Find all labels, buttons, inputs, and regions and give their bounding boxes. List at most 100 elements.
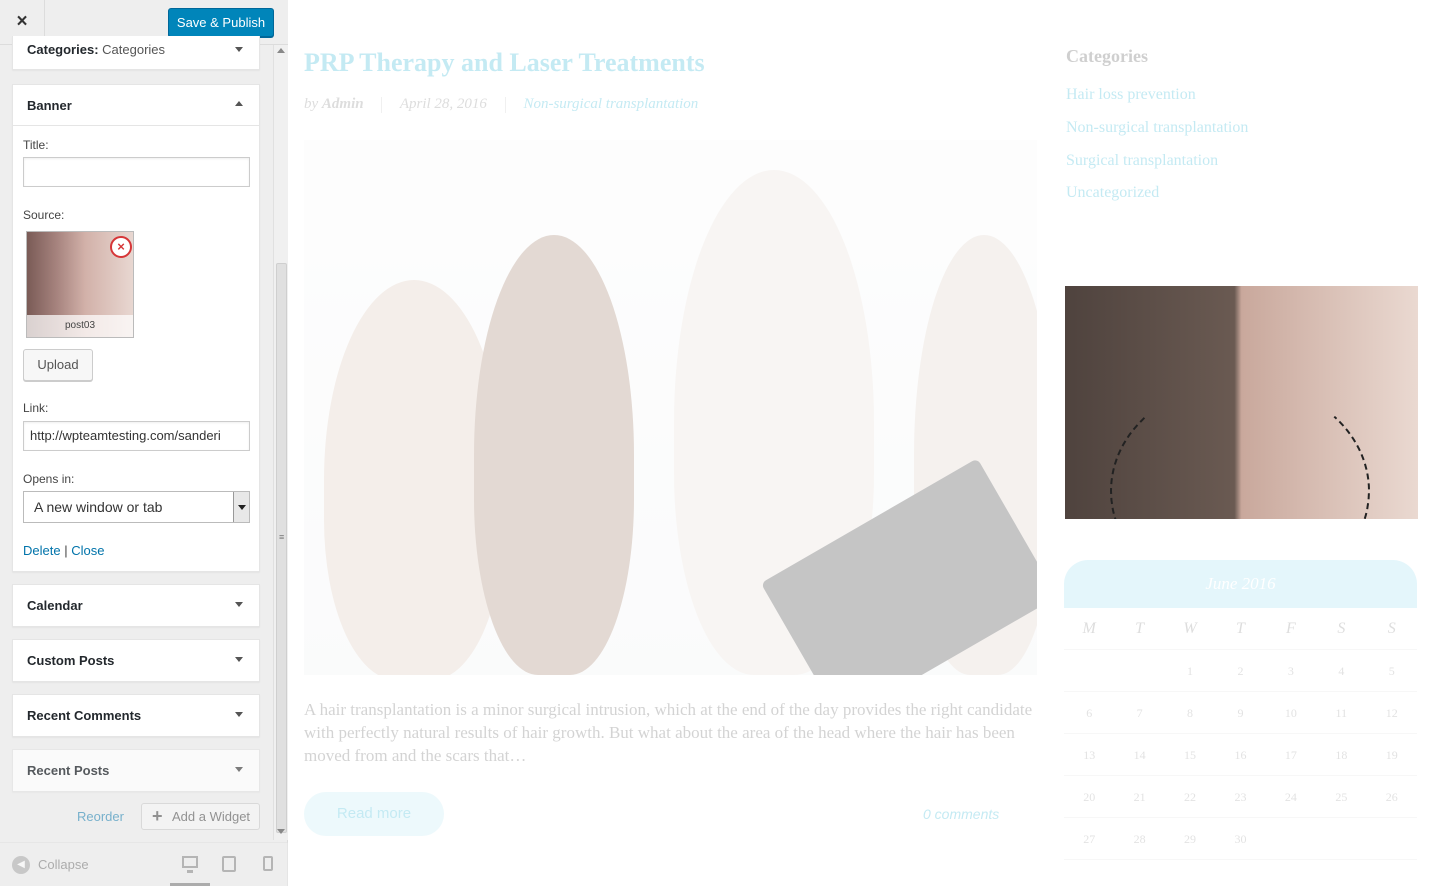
plus-icon: + <box>152 806 163 826</box>
day-cell: 4 <box>1338 664 1345 678</box>
widget-actions: Delete | Close <box>23 543 104 558</box>
chevron-down-icon[interactable] <box>235 602 243 607</box>
recent-posts-widget-header[interactable]: Recent Posts <box>13 750 259 791</box>
calendar-widget-panel[interactable]: Calendar <box>12 584 260 627</box>
day-cell <box>1114 650 1164 691</box>
link-input[interactable]: http://wpteamtesting.com/sanderi <box>23 421 250 451</box>
action-separator: | <box>64 543 68 558</box>
calendar-weekdays: M T W T F S S <box>1064 608 1417 650</box>
add-widget-button[interactable]: + Add a Widget <box>141 803 260 830</box>
collapse-icon[interactable]: ◀ <box>12 856 30 874</box>
day-cell: 18 <box>1335 748 1348 762</box>
dropdown-arrow-icon[interactable] <box>233 492 249 522</box>
day-cell: 13 <box>1083 748 1096 762</box>
day-cell <box>1266 818 1316 859</box>
calendar-caption: June 2016 <box>1064 560 1417 608</box>
categories-widget-panel[interactable]: Categories: Categories <box>12 36 260 70</box>
close-widget-link[interactable]: Close <box>71 543 104 558</box>
opens-in-label: Opens in: <box>23 472 75 486</box>
custom-posts-widget-panel[interactable]: Custom Posts <box>12 639 260 682</box>
recent-comments-widget-header[interactable]: Recent Comments <box>13 695 259 736</box>
banner-image-thumbnail[interactable]: post03 × <box>26 231 134 338</box>
banner-widget-title: Banner <box>27 98 72 113</box>
upload-button[interactable]: Upload <box>23 349 93 381</box>
day-cell: 25 <box>1335 790 1348 804</box>
reorder-link[interactable]: Reorder <box>77 809 124 824</box>
scrollbar-thumb[interactable]: ≡ <box>276 263 287 833</box>
custom-posts-widget-title: Custom Posts <box>27 653 115 668</box>
day-cell: 8 <box>1187 706 1194 720</box>
scroll-down-icon[interactable] <box>277 829 285 834</box>
weekday-cell: S <box>1387 620 1396 637</box>
day-cell: 20 <box>1083 790 1096 804</box>
chevron-down-icon[interactable] <box>235 47 243 52</box>
categories-widget-header[interactable]: Categories: Categories <box>13 36 259 70</box>
calendar-week: 13 14 15 16 17 18 19 <box>1064 734 1417 776</box>
recent-comments-widget-panel[interactable]: Recent Comments <box>12 694 260 737</box>
calendar-week: 27 28 29 30 <box>1064 818 1417 860</box>
weekday-cell: T <box>1135 620 1145 637</box>
source-label: Source: <box>23 208 65 222</box>
day-cell: 2 <box>1237 664 1244 678</box>
chevron-down-icon[interactable] <box>235 712 243 717</box>
day-cell: 12 <box>1385 706 1398 720</box>
day-cell: 16 <box>1234 748 1247 762</box>
customizer-footer: ◀ Collapse <box>0 842 288 886</box>
save-publish-button[interactable]: Save & Publish <box>168 8 274 37</box>
delete-widget-link[interactable]: Delete <box>23 543 61 558</box>
day-cell: 29 <box>1184 832 1197 846</box>
customizer-screen: × Save & Publish Categories: Categories … <box>0 0 1433 886</box>
weekday-cell: F <box>1286 620 1296 637</box>
day-cell: 21 <box>1133 790 1146 804</box>
tablet-preview-icon[interactable] <box>222 856 236 872</box>
day-cell: 23 <box>1234 790 1247 804</box>
day-cell: 24 <box>1284 790 1297 804</box>
widget-footer-actions: Reorder + Add a Widget <box>0 803 288 831</box>
weekday-cell: M <box>1082 620 1096 637</box>
day-cell: 10 <box>1284 706 1297 720</box>
remove-image-icon[interactable]: × <box>110 236 132 258</box>
calendar-widget-header[interactable]: Calendar <box>13 585 259 626</box>
recent-posts-widget-panel[interactable]: Recent Posts <box>12 749 260 792</box>
recent-posts-widget-title: Recent Posts <box>27 763 110 778</box>
add-widget-label: Add a Widget <box>172 809 251 824</box>
recent-comments-widget-title: Recent Comments <box>27 708 142 723</box>
mobile-preview-icon[interactable] <box>263 856 273 871</box>
opens-in-select[interactable]: A new window or tab <box>23 491 250 523</box>
calendar-week: 1 2 3 4 5 <box>1064 650 1417 692</box>
scroll-up-icon[interactable] <box>277 48 285 53</box>
chevron-up-icon[interactable] <box>235 101 243 106</box>
chevron-down-icon[interactable] <box>235 767 243 772</box>
categories-widget-label: Categories: <box>27 42 99 57</box>
banner-widget-header[interactable]: Banner <box>13 85 259 126</box>
day-cell: 15 <box>1184 748 1197 762</box>
day-cell <box>1316 818 1366 859</box>
day-cell: 9 <box>1237 706 1244 720</box>
customizer-sidebar: × Save & Publish Categories: Categories … <box>0 0 288 886</box>
calendar-grid: M T W T F S S 1 2 3 4 5 6 7 8 9 10 11 12… <box>1064 608 1417 860</box>
chevron-down-icon[interactable] <box>235 657 243 662</box>
collapse-label[interactable]: Collapse <box>38 857 89 872</box>
day-cell: 26 <box>1385 790 1398 804</box>
day-cell: 27 <box>1083 832 1096 846</box>
day-cell: 1 <box>1187 664 1194 678</box>
weekday-cell: W <box>1183 620 1197 637</box>
day-cell: 7 <box>1136 706 1143 720</box>
day-cell: 5 <box>1388 664 1395 678</box>
sidebar-scrollbar[interactable]: ≡ <box>273 45 288 840</box>
day-cell: 30 <box>1234 832 1247 846</box>
desktop-preview-icon[interactable] <box>182 856 198 873</box>
day-cell: 17 <box>1284 748 1297 762</box>
weekday-cell: T <box>1236 620 1245 637</box>
day-cell: 28 <box>1133 832 1146 846</box>
title-input[interactable] <box>23 157 250 187</box>
day-cell: 14 <box>1133 748 1146 762</box>
calendar-week: 6 7 8 9 10 11 12 <box>1064 692 1417 734</box>
day-cell: 19 <box>1385 748 1398 762</box>
custom-posts-widget-header[interactable]: Custom Posts <box>13 640 259 681</box>
calendar-widget-title: Calendar <box>27 598 83 613</box>
opens-in-value: A new window or tab <box>34 499 163 515</box>
day-cell: 6 <box>1086 706 1093 720</box>
thumbnail-caption: post03 <box>27 315 133 337</box>
link-label: Link: <box>23 401 49 415</box>
